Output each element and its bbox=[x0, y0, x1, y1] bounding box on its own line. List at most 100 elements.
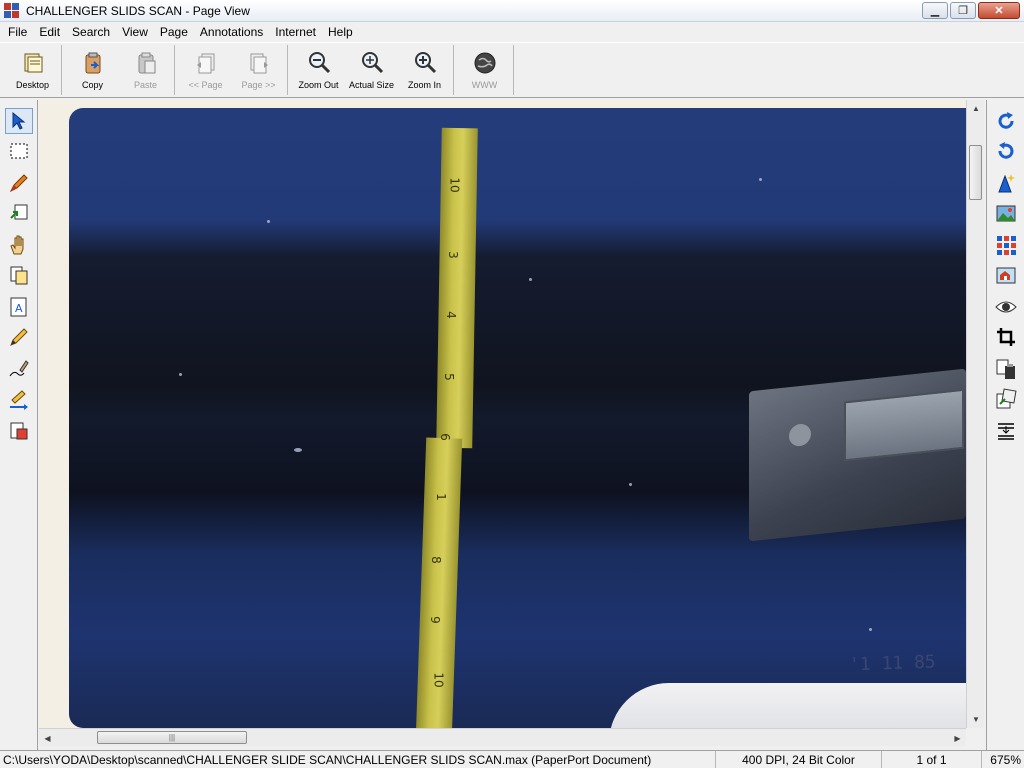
copy-page-tool[interactable] bbox=[5, 262, 33, 288]
rotate-counterclockwise-button[interactable] bbox=[992, 138, 1020, 164]
ruler-tick-label: 3 bbox=[445, 251, 460, 259]
link-tool[interactable] bbox=[5, 200, 33, 226]
actual-size-button[interactable]: Actual Size bbox=[345, 45, 398, 93]
rectangle-select-tool[interactable] bbox=[5, 138, 33, 164]
page-viewer[interactable]: 10 3 4 5 6 1 8 9 10 '1 11 85 bbox=[39, 100, 966, 728]
ruler-tick-label: 1 bbox=[433, 493, 448, 501]
white-object bbox=[609, 683, 966, 728]
speck bbox=[869, 628, 872, 631]
next-page-icon bbox=[246, 50, 272, 76]
photo-enhance-button[interactable] bbox=[992, 200, 1020, 226]
horizontal-scroll-thumb[interactable]: ||| bbox=[97, 731, 247, 744]
rotate-ccw-icon bbox=[998, 142, 1014, 159]
scroll-down-arrow[interactable]: ▼ bbox=[967, 711, 985, 728]
menu-view[interactable]: View bbox=[116, 25, 154, 39]
vertical-scroll-thumb[interactable] bbox=[969, 145, 982, 200]
speck bbox=[759, 178, 762, 181]
scanned-slide-image: 10 3 4 5 6 1 8 9 10 '1 11 85 bbox=[69, 108, 966, 728]
duplicate-page-icon bbox=[10, 266, 28, 285]
scroll-up-arrow[interactable]: ▲ bbox=[967, 100, 985, 117]
menu-search[interactable]: Search bbox=[66, 25, 116, 39]
speck bbox=[294, 448, 302, 452]
actual-size-icon bbox=[359, 50, 385, 76]
next-page-button[interactable]: Page >> bbox=[232, 45, 285, 93]
flatten-layers-button[interactable] bbox=[992, 418, 1020, 444]
copy-button[interactable]: Copy bbox=[66, 45, 119, 93]
menu-edit[interactable]: Edit bbox=[33, 25, 66, 39]
date-stamp: '1 11 85 bbox=[848, 651, 937, 676]
globe-icon bbox=[472, 50, 498, 76]
speck bbox=[629, 483, 632, 486]
freehand-pen-tool[interactable] bbox=[5, 356, 33, 382]
status-bar: C:\Users\YODA\Desktop\scanned\CHALLENGER… bbox=[0, 750, 1024, 768]
crop-icon bbox=[997, 328, 1015, 346]
hand-icon bbox=[10, 235, 24, 255]
zoom-in-button[interactable]: Zoom In bbox=[398, 45, 451, 93]
highlighter-tool[interactable] bbox=[5, 170, 33, 196]
speck bbox=[267, 220, 270, 223]
paste-button[interactable]: Paste bbox=[119, 45, 172, 93]
hand-pan-tool[interactable] bbox=[5, 232, 33, 258]
marker-icon bbox=[9, 174, 28, 193]
measuring-tape bbox=[436, 127, 478, 449]
pencil-icon bbox=[10, 328, 28, 346]
house-photo-icon bbox=[996, 267, 1016, 284]
rotate-clockwise-button[interactable] bbox=[992, 108, 1020, 134]
minimize-button[interactable]: ▁ bbox=[922, 2, 948, 19]
copy-icon bbox=[80, 50, 106, 76]
text-box-tool[interactable]: A bbox=[5, 294, 33, 320]
www-button[interactable]: WWW bbox=[458, 45, 511, 93]
red-eye-button[interactable] bbox=[992, 262, 1020, 288]
zoom-level: 675% bbox=[990, 753, 1021, 767]
maximize-button[interactable]: ❐ bbox=[950, 2, 976, 19]
toolbar: Desktop Copy Paste << Page Page >> Zoom … bbox=[0, 42, 1024, 98]
ruler-tick-label: 5 bbox=[441, 373, 456, 381]
enhance-wizard-button[interactable] bbox=[992, 170, 1020, 196]
resolution-info: 400 DPI, 24 Bit Color bbox=[716, 751, 882, 768]
select-arrow-tool[interactable] bbox=[5, 108, 33, 134]
straighten-button[interactable] bbox=[992, 386, 1020, 412]
zoom-in-icon bbox=[412, 50, 438, 76]
ruler-tick-label: 6 bbox=[437, 433, 452, 441]
scroll-right-arrow[interactable]: ▶ bbox=[949, 729, 966, 747]
desktop-icon bbox=[20, 50, 46, 76]
arrow-pointer-icon bbox=[12, 111, 26, 130]
stamp-page-icon bbox=[10, 422, 28, 440]
page-to-clipboard-button[interactable] bbox=[992, 356, 1020, 382]
vertical-scrollbar[interactable]: ▲ ▼ bbox=[966, 100, 984, 728]
right-tool-palette bbox=[986, 100, 1024, 752]
marquee-icon bbox=[10, 143, 28, 159]
scroll-left-arrow[interactable]: ◀ bbox=[39, 729, 56, 747]
previous-page-icon bbox=[193, 50, 219, 76]
menu-internet[interactable]: Internet bbox=[269, 25, 322, 39]
arrow-line-icon bbox=[10, 390, 28, 410]
speck bbox=[529, 278, 532, 281]
thumbnail-grid-button[interactable] bbox=[992, 232, 1020, 258]
rotate-cw-icon bbox=[998, 112, 1014, 129]
pencil-tool[interactable] bbox=[5, 324, 33, 350]
menu-help[interactable]: Help bbox=[322, 25, 359, 39]
clipboard-page-icon bbox=[996, 359, 1015, 379]
speck bbox=[179, 373, 182, 376]
menu-bar: File Edit Search View Page Annotations I… bbox=[0, 22, 1024, 42]
zoom-out-icon bbox=[306, 50, 332, 76]
menu-page[interactable]: Page bbox=[154, 25, 194, 39]
paperport-app-icon[interactable] bbox=[4, 2, 20, 19]
arrow-line-tool[interactable] bbox=[5, 386, 33, 412]
grid-icon bbox=[997, 236, 1016, 255]
menu-annotations[interactable]: Annotations bbox=[194, 25, 269, 39]
stamp-tool[interactable] bbox=[5, 418, 33, 444]
view-button[interactable] bbox=[992, 294, 1020, 320]
wizard-icon bbox=[998, 174, 1015, 193]
horizontal-scrollbar[interactable]: ◀ ||| ▶ bbox=[39, 728, 966, 746]
window-title: CHALLENGER SLIDS SCAN - Page View bbox=[26, 3, 250, 18]
hardware-fragment bbox=[749, 368, 966, 542]
close-button[interactable]: ✕ bbox=[978, 2, 1020, 19]
desktop-button[interactable]: Desktop bbox=[6, 45, 59, 93]
zoom-out-button[interactable]: Zoom Out bbox=[292, 45, 345, 93]
menu-file[interactable]: File bbox=[2, 25, 33, 39]
text-page-icon: A bbox=[10, 297, 27, 317]
straighten-page-icon bbox=[996, 388, 1017, 409]
previous-page-button[interactable]: << Page bbox=[179, 45, 232, 93]
crop-button[interactable] bbox=[992, 324, 1020, 350]
